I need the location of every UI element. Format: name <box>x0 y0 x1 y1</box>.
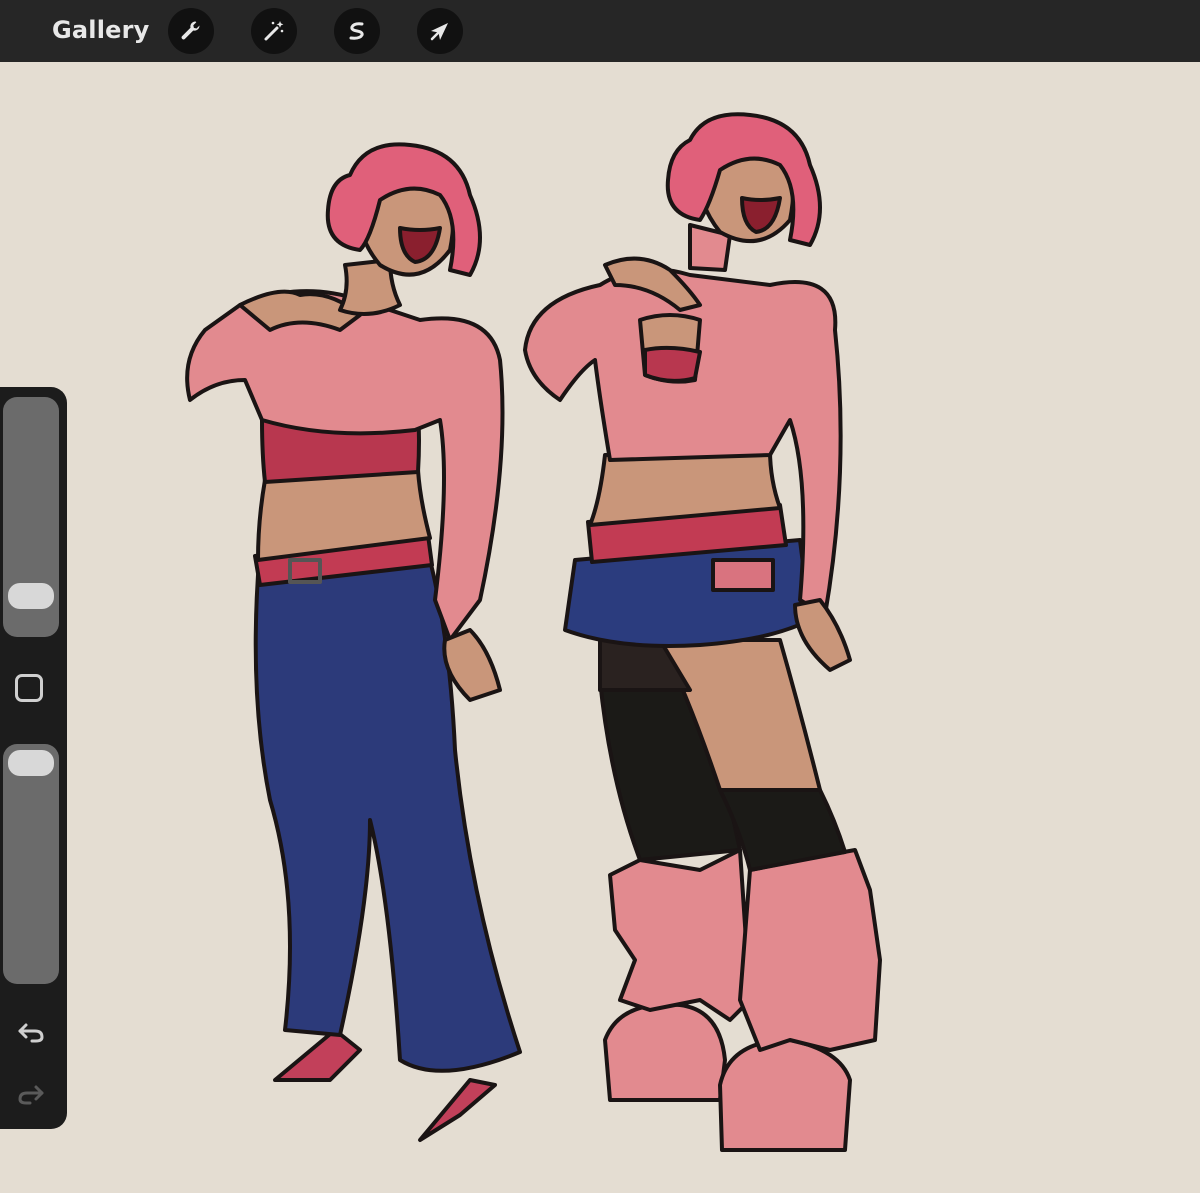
brush-size-thumb[interactable] <box>8 583 54 609</box>
redo-button[interactable] <box>14 1079 48 1109</box>
brush-size-slider[interactable] <box>3 397 59 637</box>
gallery-button[interactable]: Gallery <box>52 16 150 44</box>
opacity-thumb[interactable] <box>8 750 54 776</box>
undo-button[interactable] <box>14 1017 48 1047</box>
modify-square-icon[interactable] <box>15 674 43 702</box>
actions-button[interactable] <box>168 8 214 54</box>
left-sidebar <box>0 387 67 1129</box>
adjustments-button[interactable] <box>251 8 297 54</box>
redo-icon <box>18 1085 44 1105</box>
cursor-arrow-icon <box>430 23 448 41</box>
opacity-slider[interactable] <box>3 744 59 984</box>
transform-button[interactable] <box>417 8 463 54</box>
magic-wand-icon <box>264 21 284 41</box>
wrench-icon <box>181 21 200 40</box>
top-toolbar: Gallery <box>0 0 1200 62</box>
drawing-canvas[interactable] <box>0 62 1200 1193</box>
selection-s-icon <box>349 22 364 40</box>
undo-icon <box>18 1023 44 1043</box>
selection-button[interactable] <box>334 8 380 54</box>
